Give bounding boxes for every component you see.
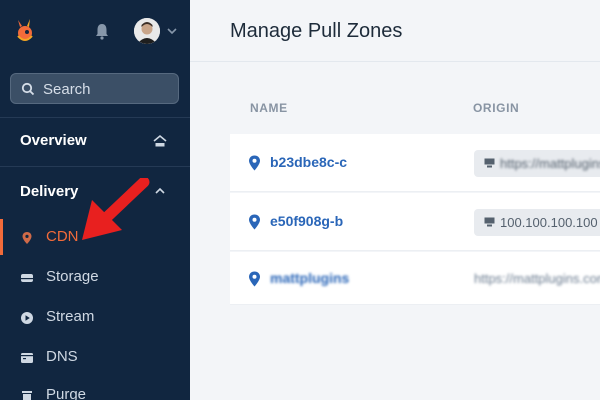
page-header: Manage Pull Zones: [190, 0, 600, 62]
chevron-down-icon[interactable]: [166, 26, 178, 36]
location-pin-icon: [249, 214, 260, 230]
sidebar-item-purge[interactable]: Purge: [0, 377, 190, 400]
active-indicator: [0, 219, 3, 255]
origin-url: https://mattplugins.com: [500, 156, 600, 171]
origin-ip: 100.100.100.100: [500, 215, 598, 230]
sidebar-item-storage[interactable]: Storage: [0, 259, 190, 295]
overview-title: Overview: [20, 132, 87, 149]
page-title: Manage Pull Zones: [230, 20, 403, 42]
play-icon: [21, 312, 33, 324]
table-row[interactable]: e50f908g-b 100.100.100.100: [230, 193, 600, 251]
user-avatar[interactable]: [134, 18, 160, 44]
table-row[interactable]: b23dbe8c-c https://mattplugins.com: [230, 134, 600, 192]
location-pin-icon: [22, 232, 32, 244]
bell-icon[interactable]: [94, 22, 110, 40]
storage-icon: [21, 274, 33, 282]
sidebar-item-dns[interactable]: DNS: [0, 339, 190, 375]
server-icon: [484, 217, 495, 227]
pull-zone-name-link[interactable]: b23dbe8c-c: [270, 154, 347, 170]
sidebar-item-label: Purge: [46, 386, 87, 400]
origin-url: https://mattplugins.com: [474, 271, 600, 286]
dns-icon: [21, 353, 33, 363]
sidebar-item-stream[interactable]: Stream: [0, 299, 190, 335]
search-input[interactable]: Search: [10, 73, 179, 104]
server-icon: [484, 158, 495, 168]
bunny-logo-icon[interactable]: [10, 16, 40, 46]
sidebar-header: [0, 0, 190, 62]
sidebar: Search Overview Delivery CDN Storage Str…: [0, 0, 190, 400]
table-row[interactable]: mattplugins https://mattplugins.com: [230, 252, 600, 305]
chevron-up-icon: [155, 187, 165, 194]
delivery-title: Delivery: [20, 183, 79, 200]
column-header-name: NAME: [250, 101, 288, 115]
main-content: Manage Pull Zones NAME ORIGIN b23dbe8c-c…: [190, 0, 600, 400]
overview-section[interactable]: Overview: [0, 118, 190, 166]
sidebar-item-label: DNS: [46, 348, 78, 365]
sidebar-item-cdn[interactable]: CDN: [0, 219, 190, 255]
search-placeholder: Search: [43, 81, 91, 98]
trash-icon: [22, 391, 32, 400]
delivery-section[interactable]: Delivery: [0, 167, 190, 211]
location-pin-icon: [249, 155, 260, 171]
user-photo-icon: [134, 18, 160, 44]
sidebar-item-label: Stream: [46, 308, 95, 325]
search-icon: [21, 82, 35, 96]
pull-zone-name-link[interactable]: mattplugins: [270, 270, 349, 286]
sidebar-item-label: Storage: [46, 268, 99, 285]
column-header-origin: ORIGIN: [473, 101, 520, 115]
origin-badge: https://mattplugins.com: [474, 150, 600, 177]
home-icon: [153, 134, 167, 147]
pull-zone-name-link[interactable]: e50f908g-b: [270, 213, 343, 229]
origin-badge: 100.100.100.100: [474, 209, 600, 236]
location-pin-icon: [249, 271, 260, 287]
sidebar-item-label: CDN: [46, 228, 79, 245]
